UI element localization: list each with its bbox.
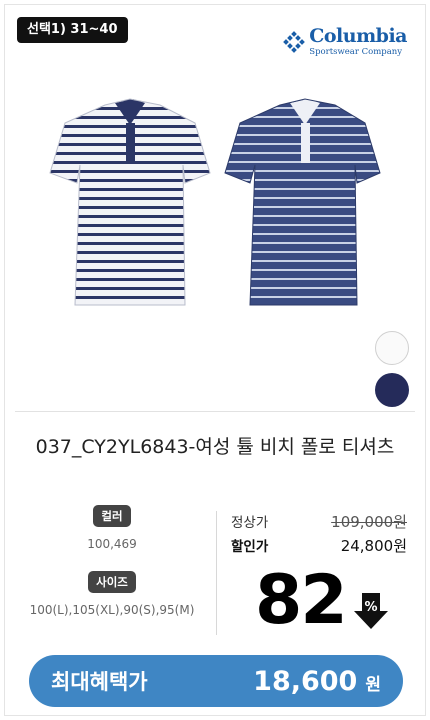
- max-benefit-label: 최대혜택가: [51, 670, 148, 694]
- discount-rate: 82 %: [255, 565, 390, 637]
- vertical-divider: [216, 511, 217, 635]
- sale-price: 24,800원: [340, 536, 407, 555]
- swatch-white[interactable]: [375, 331, 409, 365]
- size-label-tag: 사이즈: [88, 571, 136, 593]
- discount-number: 82: [255, 561, 348, 640]
- swatch-navy[interactable]: [375, 373, 409, 407]
- selection-badge: 선택1) 31~40: [17, 17, 128, 43]
- product-title[interactable]: 037_CY2YL6843-여성 튤 비치 폴로 티셔츠: [23, 433, 407, 461]
- regular-price-label: 정상가: [231, 515, 269, 531]
- color-label-tag: 컬러: [93, 505, 131, 527]
- divider: [15, 411, 415, 412]
- product-image[interactable]: [35, 95, 385, 315]
- regular-price: 109,000원: [331, 512, 407, 531]
- sale-price-label: 할인가: [231, 539, 269, 555]
- max-benefit-price-button[interactable]: 최대혜택가 18,600 원: [29, 655, 403, 707]
- navy-polo-shirt: [224, 98, 381, 306]
- color-swatches: [375, 331, 409, 407]
- brand-name: Columbia: [309, 25, 407, 47]
- color-value: 100,469: [87, 537, 137, 551]
- columbia-diamond-icon: [283, 30, 306, 53]
- brand-logo: Columbia Sportswear Company: [283, 27, 407, 57]
- product-card[interactable]: 선택1) 31~40 Columbia Sportswear Company 0…: [4, 4, 426, 716]
- svg-text:%: %: [364, 600, 377, 615]
- max-benefit-price: 18,600 원: [253, 666, 381, 697]
- brand-subtitle: Sportswear Company: [309, 47, 403, 57]
- product-options: 컬러 100,469 사이즈 100(L),105(XL),90(S),95(M…: [17, 505, 207, 617]
- white-polo-shirt: [49, 98, 211, 306]
- max-benefit-unit: 원: [365, 674, 381, 695]
- price-block: 정상가 109,000원 할인가 24,800원: [231, 509, 407, 557]
- percent-down-arrow-icon: %: [353, 593, 388, 629]
- size-value: 100(L),105(XL),90(S),95(M): [29, 603, 195, 617]
- max-benefit-amount: 18,600: [253, 665, 358, 697]
